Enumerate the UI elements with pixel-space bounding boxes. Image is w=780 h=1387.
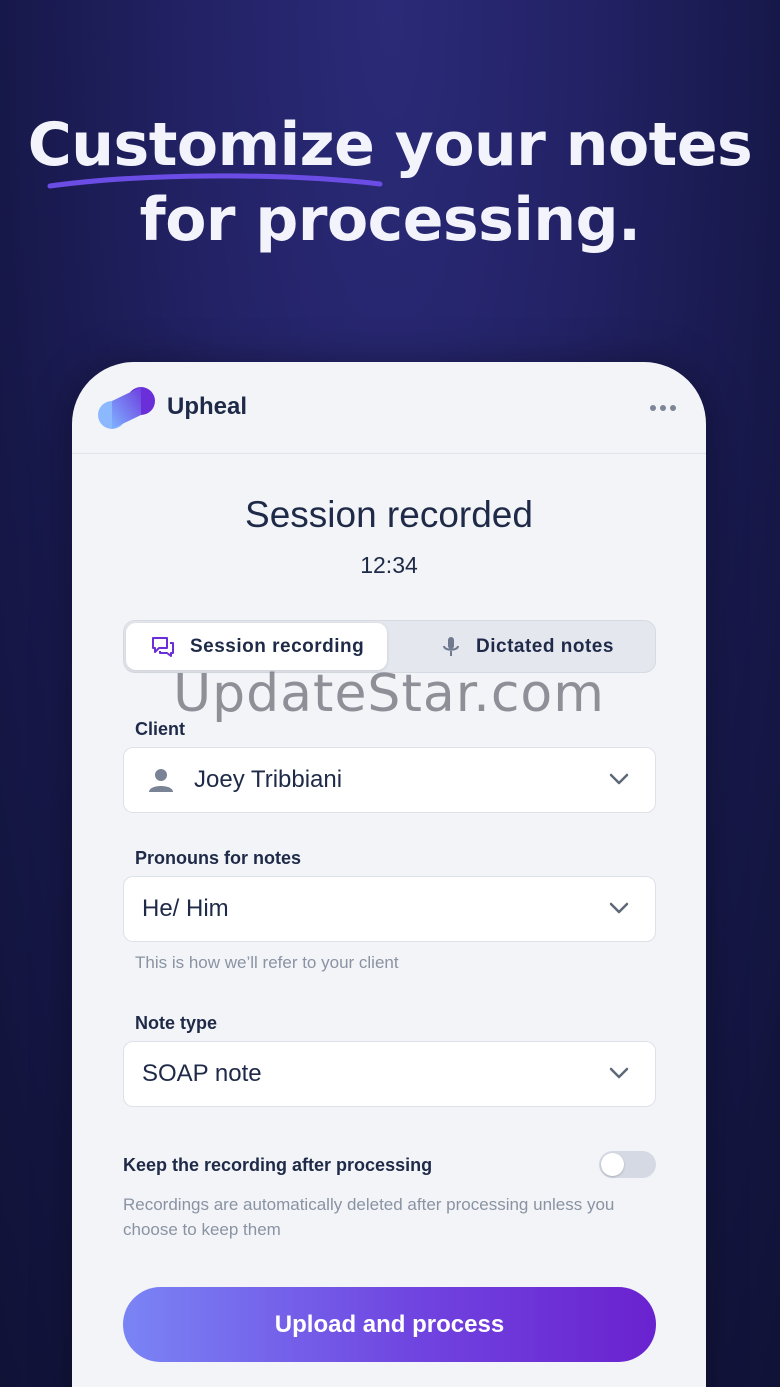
pronouns-value: He/ Him [142, 895, 229, 922]
person-icon [149, 769, 173, 792]
keep-recording-toggle[interactable] [599, 1151, 656, 1178]
app-card: Upheal Session recorded 12:34 Session re… [72, 362, 706, 1387]
session-title: Session recorded [245, 494, 533, 535]
pronouns-label: Pronouns for notes [135, 848, 301, 868]
headline-underline [47, 173, 383, 189]
keep-recording-label: Keep the recording after processing [123, 1155, 433, 1175]
note-type-label: Note type [135, 1013, 218, 1033]
headline-line-2: for processing. [139, 185, 641, 255]
tab-session-recording[interactable]: Session recording [126, 623, 387, 670]
tab-session-recording-label: Session recording [190, 635, 365, 657]
microphone-icon [443, 636, 459, 656]
tab-dictated-notes-label: Dictated notes [476, 635, 614, 657]
headline-line-1-rest: your notes [374, 110, 753, 180]
client-label: Client [135, 719, 186, 739]
tab-dictated-notes[interactable]: Dictated notes [434, 623, 654, 670]
app-header: Upheal [72, 362, 706, 454]
more-horizontal-icon[interactable] [648, 398, 678, 418]
upload-and-process-button[interactable]: Upload and process [123, 1287, 656, 1362]
chat-bubbles-icon [152, 636, 174, 657]
chevron-down-icon [609, 902, 629, 914]
client-value: Joey Tribbiani [194, 766, 343, 793]
note-type-value: SOAP note [142, 1060, 262, 1087]
note-type-select[interactable]: SOAP note [123, 1041, 656, 1107]
brand-name: Upheal [167, 393, 248, 420]
session-time: 12:34 [360, 552, 418, 578]
client-select[interactable]: Joey Tribbiani [123, 747, 656, 813]
chevron-down-icon [609, 773, 629, 785]
pronouns-hint: This is how we’ll refer to your client [135, 953, 399, 972]
pronouns-select[interactable]: He/ Him [123, 876, 656, 942]
toggle-knob [601, 1153, 624, 1176]
chevron-down-icon [609, 1067, 629, 1079]
upheal-logo-icon [98, 387, 155, 429]
keep-recording-hint: Recordings are automatically deleted aft… [123, 1195, 615, 1239]
watermark: UpdateStar.com [173, 664, 605, 724]
